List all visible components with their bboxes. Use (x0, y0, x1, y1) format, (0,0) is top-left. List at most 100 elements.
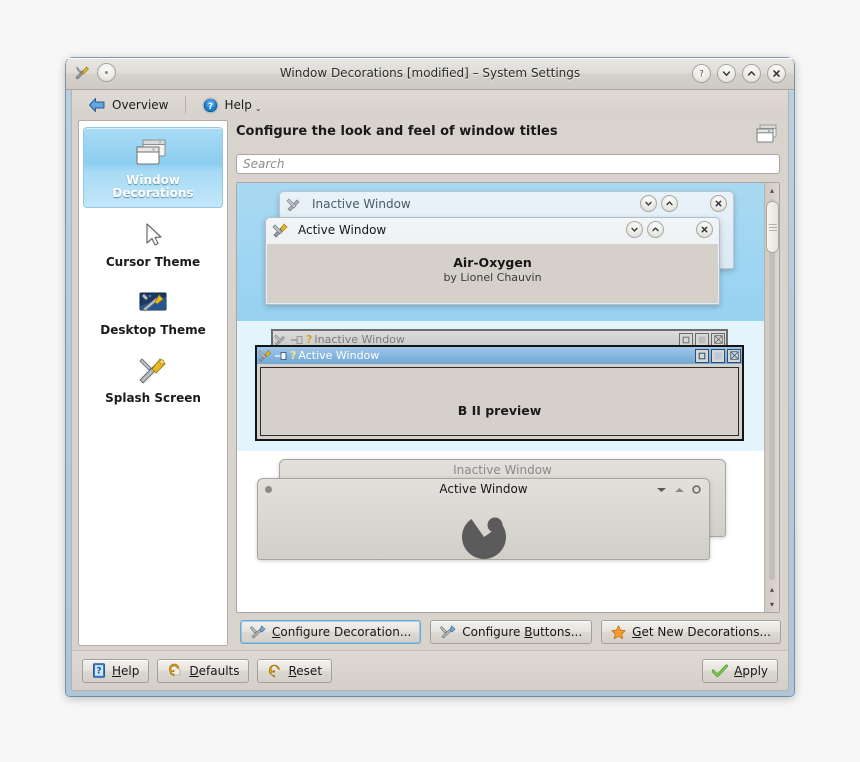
svg-text:?: ? (699, 69, 704, 79)
overview-button[interactable]: Overview (82, 95, 175, 115)
right-pane: Configure the look and feel of window ti… (228, 118, 788, 650)
defaults-button[interactable]: Defaults (157, 658, 250, 683)
search-row (236, 154, 780, 174)
svg-text:?: ? (97, 666, 102, 676)
apply-button[interactable]: Apply (702, 658, 778, 683)
titlebar-shade-button[interactable] (717, 64, 736, 83)
svg-text:?: ? (207, 102, 212, 112)
button-label: Get New Decorations... (632, 625, 771, 639)
sidebar-item-window-decorations[interactable]: Window Decorations (83, 127, 223, 208)
minimize-button[interactable] (695, 348, 709, 363)
dialog-button-bar: ? Help Defaults Reset Apply (72, 650, 788, 690)
maximize-button[interactable] (647, 221, 664, 238)
maximize-button[interactable] (661, 195, 678, 212)
help-label: Help (224, 98, 252, 112)
help-book-icon: ? (92, 663, 106, 678)
maximize-button[interactable] (674, 486, 685, 497)
reset-button[interactable]: Reset (257, 658, 333, 683)
overview-label: Overview (112, 98, 169, 112)
sidebar-item-label: Cursor Theme (105, 255, 201, 269)
theme-list[interactable]: Inactive Window Active Window Air-Oxygen… (237, 183, 764, 612)
sidebar-item-label: Desktop Theme (100, 323, 206, 337)
scrollbar-track[interactable] (769, 199, 775, 580)
button-label: Help (112, 663, 140, 678)
button-label: Reset (288, 663, 323, 678)
sidebar-item-desktop-theme[interactable]: Desktop Theme (83, 278, 223, 344)
window-titlebar[interactable]: Window Decorations [modified] – System S… (66, 58, 794, 90)
scroll-up-arrow-bottom[interactable]: ▴ (765, 582, 779, 596)
shade-button[interactable] (656, 486, 667, 497)
get-new-decorations-button[interactable]: Get New Decorations... (601, 620, 781, 644)
theme-name: B II preview (457, 403, 542, 418)
help-menu-button[interactable]: ? Help ⌄ (196, 95, 268, 116)
list-item[interactable]: ? Inactive Window ? Active Window B II p… (237, 321, 764, 451)
theme-name: Air-Oxygen (453, 255, 532, 270)
help-circle-icon: ? (201, 96, 219, 114)
preview-title: Inactive Window (312, 197, 411, 211)
titlebar-help-button[interactable]: ? (692, 64, 711, 83)
theme-list-container: Inactive Window Active Window Air-Oxygen… (236, 182, 780, 613)
kde-oxygen-logo (455, 509, 513, 568)
wrench-icon (250, 625, 266, 639)
help-button[interactable]: ? (290, 349, 296, 362)
maximize-button[interactable] (711, 348, 725, 363)
module-sidebar: Window Decorations Cursor Theme Desktop … (78, 120, 228, 646)
shade-button[interactable] (640, 195, 657, 212)
check-icon (711, 664, 729, 678)
wrench-icon (440, 625, 456, 639)
toolbar-separator (184, 96, 186, 114)
preview-title: Active Window (298, 349, 380, 362)
button-label: Apply (734, 663, 768, 678)
air-oxygen-preview: Inactive Window Active Window Air-Oxygen… (265, 191, 742, 311)
sidebar-item-label: Splash Screen (105, 391, 201, 405)
sidebar-item-label: Window Decorations (112, 173, 194, 200)
help-button[interactable]: ? Help (82, 658, 150, 683)
configure-buttons-button[interactable]: Configure Buttons... (430, 620, 593, 644)
close-button[interactable] (692, 485, 701, 497)
list-item[interactable]: Inactive Window Active Window Air-Oxygen… (237, 183, 764, 321)
sticky-button[interactable] (274, 349, 288, 363)
preview-title: Active Window (298, 223, 387, 237)
preview-window-body: Air-Oxygen by Lionel Chauvin (267, 244, 718, 303)
button-label: Configure Buttons... (462, 625, 583, 639)
star-icon (611, 624, 626, 640)
cursor-arrow-icon (87, 216, 219, 254)
configure-decoration-button[interactable]: Configure Decoration... (240, 620, 422, 644)
decoration-actions: Configure Decoration... Configure Button… (236, 613, 781, 650)
reset-icon (267, 663, 282, 678)
menu-button[interactable] (265, 486, 272, 493)
preview-window-buttons (640, 195, 727, 212)
scrollbar-thumb[interactable] (766, 201, 779, 253)
navigation-toolbar: Overview ? Help ⌄ (72, 90, 788, 118)
windows-stack-icon (88, 134, 218, 172)
application-window: Window Decorations [modified] – System S… (66, 58, 794, 696)
shade-button[interactable] (626, 221, 643, 238)
titlebar-window-controls: ? (692, 64, 786, 83)
sidebar-item-cursor-theme[interactable]: Cursor Theme (83, 210, 223, 276)
button-label: Configure Decoration... (272, 625, 412, 639)
close-button[interactable] (710, 195, 727, 212)
titlebar-close-button[interactable] (767, 64, 786, 83)
preview-active-window: ? Active Window B II preview (255, 345, 744, 441)
desktop-tools-icon (87, 284, 219, 322)
scrollbar-grip-icon (768, 222, 777, 233)
preview-titlebar: Active Window (266, 218, 719, 244)
page-title: Configure the look and feel of window ti… (236, 124, 558, 139)
scroll-up-arrow[interactable]: ▴ (765, 183, 779, 197)
search-input[interactable] (236, 154, 780, 174)
sidebar-item-splash-screen[interactable]: Splash Screen (83, 346, 223, 412)
vertical-scrollbar[interactable]: ▴ ▴ ▾ (764, 183, 779, 612)
app-icon (286, 196, 303, 216)
window-body: Overview ? Help ⌄ Window Decorations Cur… (71, 90, 789, 691)
close-button[interactable] (727, 348, 741, 363)
close-button[interactable] (696, 221, 713, 238)
pane-header: Configure the look and feel of window ti… (236, 122, 780, 144)
preview-title: Active Window (439, 482, 528, 496)
preview-active-window: Active Window (265, 217, 720, 305)
scroll-down-arrow[interactable]: ▾ (765, 597, 779, 611)
chevron-down-icon: ⌄ (254, 103, 262, 113)
list-item[interactable]: Inactive Window Active Window (237, 451, 764, 569)
button-label: Defaults (189, 663, 240, 678)
titlebar-maximize-button[interactable] (742, 64, 761, 83)
b2-preview: ? Inactive Window ? Active Window B II p… (255, 329, 744, 441)
